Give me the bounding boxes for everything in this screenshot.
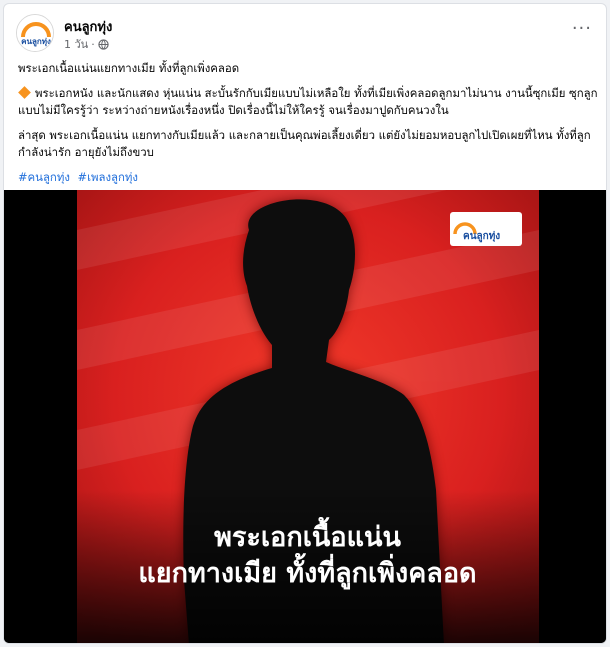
image-logo-badge: คนลูกทุ่ง [450, 212, 522, 246]
hashtag-link[interactable]: #เพลงลูกทุ่ง [78, 170, 138, 184]
post-header: คนลูกทุ่ง คนลูกทุ่ง 1 วัน · ··· [16, 14, 594, 56]
post-timestamp[interactable]: 1 วัน [64, 35, 88, 53]
image-logo-text: คนลูกทุ่ง [463, 230, 500, 243]
post-paragraph-1-text: พระเอกหนัง และนักแสดง หุ่นแน่น สะบั้นรัก… [18, 86, 598, 117]
more-options-icon[interactable]: ··· [572, 18, 592, 39]
avatar-logo-text: คนลูกทุ่ง [21, 37, 51, 47]
orange-diamond-icon [18, 86, 31, 99]
image-headline-line2: แยกทางเมีย ทั้งที่ลูกเพิ่งคลอด [138, 558, 477, 589]
post-meta: 1 วัน · [64, 35, 109, 53]
post-paragraph-2: ล่าสุด พระเอกเนื้อแน่น แยกทางกับเมียแล้ว… [18, 128, 591, 159]
post-text: พระเอกเนื้อแน่นแยกทางเมีย ทั้งที่ลูกเพิ่… [18, 60, 598, 194]
post-card: คนลูกทุ่ง คนลูกทุ่ง 1 วัน · ··· พระเอกเน… [3, 3, 607, 644]
brand-logo-icon: คนลูกทุ่ง [17, 15, 53, 51]
brand-logo-icon: คนลูกทุ่ง [453, 222, 500, 243]
globe-icon [98, 38, 109, 50]
hashtags: #คนลูกทุ่ง #เพลงลูกทุ่ง [18, 169, 598, 186]
post-paragraph-1: พระเอกหนัง และนักแสดง หุ่นแน่น สะบั้นรัก… [18, 85, 598, 119]
image-headline-line1: พระเอกเนื้อแน่น [214, 522, 401, 553]
post-title-line: พระเอกเนื้อแน่นแยกทางเมีย ทั้งที่ลูกเพิ่… [18, 61, 240, 75]
meta-separator: · [91, 37, 95, 51]
page-avatar[interactable]: คนลูกทุ่ง [16, 14, 54, 52]
post-image[interactable]: คนลูกทุ่ง พระเอกเนื้อแน่น แยกทางเมีย ทั้… [4, 190, 606, 643]
page-name-link[interactable]: คนลูกทุ่ง [64, 16, 112, 37]
image-headline: พระเอกเนื้อแน่น แยกทางเมีย ทั้งที่ลูกเพิ… [80, 520, 535, 592]
hashtag-link[interactable]: #คนลูกทุ่ง [18, 170, 70, 184]
